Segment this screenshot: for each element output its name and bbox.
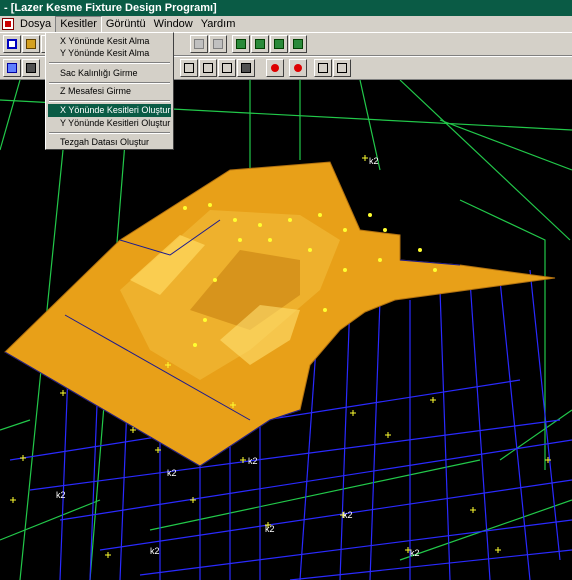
3d-viewport[interactable]: k2 k2 k2 k2 k2 k2 k2 k2 (0, 80, 572, 580)
wireframe-icon (318, 63, 328, 73)
view-icon (255, 39, 265, 49)
toolbar-button-12[interactable] (289, 59, 307, 77)
app-icon[interactable] (2, 18, 14, 30)
page-icon (194, 39, 204, 49)
menu-kesitler[interactable]: Kesitler (55, 15, 102, 33)
page-icon (213, 39, 223, 49)
menu-option-y-kesitleri-olustur[interactable]: Y Yönünde Kesitleri Oluştur (48, 117, 171, 130)
zoom-fit-button[interactable] (3, 59, 21, 77)
zoom-window-button[interactable] (22, 59, 40, 77)
point-red-icon (271, 64, 279, 72)
menu-separator (49, 82, 170, 84)
k2-label-center: k2 (343, 510, 353, 520)
zoom-icon (7, 63, 17, 73)
open-folder-icon (26, 39, 36, 49)
open-file-button[interactable] (22, 35, 40, 53)
k2-label-mid: k2 (248, 456, 258, 466)
menu-yardim[interactable]: Yardım (197, 17, 240, 32)
point-red-icon (294, 64, 302, 72)
menu-window[interactable]: Window (150, 17, 197, 32)
view-icon (293, 39, 303, 49)
menu-dosya[interactable]: Dosya (16, 17, 55, 32)
toolbar-button-5[interactable] (270, 35, 288, 53)
k2-label-top: k2 (369, 156, 379, 166)
toolbar-button-8[interactable] (199, 59, 217, 77)
menu-option-x-kesitleri-olustur[interactable]: X Yönünde Kesitleri Oluştur (48, 104, 171, 117)
window-title-bar: - [Lazer Kesme Fixture Design Programı] (0, 0, 572, 16)
toolbar-button-13[interactable] (314, 59, 332, 77)
cube-icon (203, 63, 213, 73)
view-icon (236, 39, 246, 49)
wireframe-icon (337, 63, 347, 73)
menu-option-y-kesit[interactable]: Y Yönünde Kesit Alma (48, 47, 171, 60)
cube-icon (222, 63, 232, 73)
menu-separator (49, 132, 170, 134)
menu-option-sac-kalinligi[interactable]: Sac Kalınlığı Girme (48, 67, 171, 80)
kesitler-dropdown: X Yönünde Kesit Alma Y Yönünde Kesit Alm… (45, 32, 174, 150)
menu-bar: Dosya Kesitler Görüntü Window Yardım (0, 15, 572, 33)
toolbar-button-7[interactable] (180, 59, 198, 77)
window-title: - [Lazer Kesme Fixture Design Programı] (4, 2, 217, 14)
toolbar-button-4[interactable] (251, 35, 269, 53)
k2-label-bottom-left: k2 (150, 546, 160, 556)
menu-separator (49, 62, 170, 64)
toolbar-button-14[interactable] (333, 59, 351, 77)
zoom-window-icon (26, 63, 36, 73)
toolbar-button-1[interactable] (190, 35, 208, 53)
k2-label-low-mid: k2 (265, 524, 275, 534)
view-icon (274, 39, 284, 49)
new-file-button[interactable] (3, 35, 21, 53)
menu-option-tezgah-datasi[interactable]: Tezgah Datası Oluştur (48, 136, 171, 149)
k2-label-far-left: k2 (56, 490, 66, 500)
cube-icon (184, 63, 194, 73)
k2-label-left: k2 (167, 468, 177, 478)
toolbar-button-10[interactable] (237, 59, 255, 77)
toolbar-button-11[interactable] (266, 59, 284, 77)
toolbar-button-2[interactable] (209, 35, 227, 53)
menu-separator (49, 100, 170, 102)
menu-goruntu[interactable]: Görüntü (102, 17, 150, 32)
gear-icon (241, 63, 251, 73)
toolbar-button-9[interactable] (218, 59, 236, 77)
toolbar-button-6[interactable] (289, 35, 307, 53)
menu-option-z-mesafesi[interactable]: Z Mesafesi Girme (48, 85, 171, 98)
model-canvas: k2 k2 k2 k2 k2 k2 k2 k2 (0, 80, 572, 580)
new-file-icon (7, 39, 17, 49)
k2-label-bottom: k2 (410, 548, 420, 558)
toolbar-button-3[interactable] (232, 35, 250, 53)
